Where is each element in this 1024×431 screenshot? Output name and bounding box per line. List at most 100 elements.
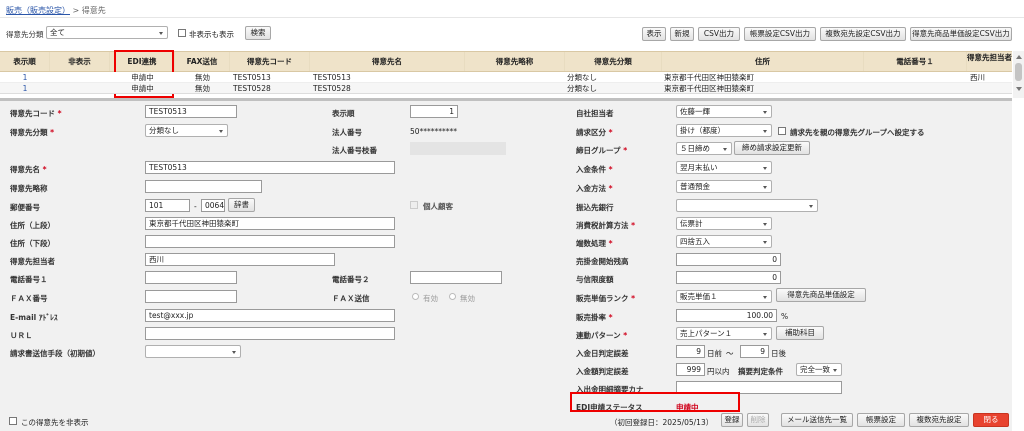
summary-label: 摘要判定条件 — [738, 367, 783, 376]
order-input[interactable]: 1 — [410, 105, 458, 118]
multi-destination-button[interactable]: 複数宛先設定 — [909, 413, 969, 427]
col-fax[interactable]: FAX送信 — [175, 52, 230, 71]
addr1-input[interactable]: 東京都千代田区神田猿楽町 — [145, 217, 395, 230]
addr2-label: 住所（下段） — [10, 239, 55, 248]
url-input[interactable] — [145, 327, 395, 340]
cell-order: 1 — [22, 73, 28, 82]
credit-limit-label: 与信限度額 — [576, 275, 614, 284]
individual-label: 個人顧客 — [423, 202, 453, 211]
paymethod-select[interactable]: 普通預金 — [676, 180, 772, 193]
tax-select[interactable]: 伝票計 — [676, 217, 772, 230]
show-hidden-checkbox[interactable] — [178, 29, 186, 37]
payamt-unit: 円以内 — [707, 367, 730, 376]
col-code[interactable]: 得意先コード — [230, 52, 310, 71]
customer-price-button[interactable]: 得意先商品単価設定 — [776, 288, 866, 302]
report-settings-csv-button[interactable]: 帳票設定CSV出力 — [744, 27, 816, 41]
parent-billing-checkbox[interactable] — [778, 127, 786, 135]
pattern-select[interactable]: 売上パターン１ — [676, 327, 772, 340]
rate-unit: % — [781, 312, 789, 321]
cell-name: TEST0513 — [313, 73, 351, 82]
code-input[interactable]: TEST0513 — [145, 105, 237, 118]
credit-limit-input[interactable]: 0 — [676, 271, 781, 284]
cell-edi: 申請中 — [131, 73, 154, 82]
payday-after-unit: 日後 — [771, 349, 786, 358]
search-button[interactable]: 検索 — [245, 26, 271, 40]
breadcrumb-parent-link[interactable]: 販売（販売設定） — [6, 6, 70, 15]
closing-update-button[interactable]: 締め請求設定更新 — [734, 141, 810, 155]
table-row[interactable]: 1 申請中 無効 TEST0528 TEST0528 分類なし 東京都千代田区神… — [0, 83, 1012, 94]
fax-input[interactable] — [145, 290, 237, 303]
col-staff[interactable]: 得意先担当者 — [967, 52, 1012, 71]
payday-after-input[interactable]: 9 — [740, 345, 769, 358]
category-select[interactable]: 分類なし — [145, 124, 228, 137]
payday-tilde: ～ — [726, 349, 734, 358]
multi-destination-csv-button[interactable]: 複数宛先設定CSV出力 — [820, 27, 906, 41]
staff-label: 自社担当者 — [576, 109, 614, 118]
report-settings-button[interactable]: 帳票設定 — [857, 413, 905, 427]
person-input[interactable]: 西川 — [145, 253, 335, 266]
summary-select[interactable]: 完全一致 — [796, 363, 842, 376]
fax-off-radio[interactable] — [449, 293, 456, 300]
individual-checkbox[interactable] — [410, 201, 418, 209]
closing-label: 締日グループ * — [576, 146, 628, 155]
zip2-input[interactable]: 0064 — [201, 199, 225, 212]
tel1-input[interactable] — [145, 271, 237, 284]
delete-button[interactable]: 削除 — [747, 413, 769, 427]
col-hidden[interactable]: 非表示 — [50, 52, 110, 71]
zip1-input[interactable]: 101 — [145, 199, 190, 212]
close-button[interactable]: 閉る — [973, 413, 1009, 427]
rank-select[interactable]: 販売単価１ — [676, 290, 772, 303]
csv-export-button[interactable]: CSV出力 — [698, 27, 740, 41]
dictionary-button[interactable]: 辞書 — [228, 198, 255, 212]
panel-splitter[interactable] — [0, 98, 1012, 101]
col-tel[interactable]: 電話番号１ — [864, 52, 967, 71]
scroll-up-icon[interactable] — [1016, 55, 1022, 59]
edi-status-highlight — [570, 392, 740, 412]
display-button[interactable]: 表示 — [642, 27, 666, 41]
scroll-down-icon[interactable] — [1016, 87, 1022, 91]
hide-customer-checkbox[interactable] — [9, 417, 17, 425]
bank-select[interactable] — [676, 199, 818, 212]
sub-account-button[interactable]: 補助科目 — [776, 326, 824, 340]
opening-balance-input[interactable]: 0 — [676, 253, 781, 266]
email-input[interactable]: test@xxx.jp — [145, 309, 395, 322]
addr2-input[interactable] — [145, 235, 395, 248]
grid-scrollbar[interactable] — [1013, 51, 1024, 98]
closing-select[interactable]: ５日締め — [676, 142, 732, 155]
col-display-order[interactable]: 表示順 — [0, 52, 50, 71]
cell-category: 分類なし — [567, 73, 597, 82]
scroll-thumb[interactable] — [1015, 63, 1022, 81]
cell-edi: 申請中 — [131, 84, 154, 93]
table-row[interactable]: 1 申請中 無効 TEST0513 TEST0513 分類なし 東京都千代田区神… — [0, 72, 1012, 83]
register-button[interactable]: 登録 — [721, 413, 743, 427]
name-input[interactable]: TEST0513 — [145, 161, 395, 174]
payday-before-input[interactable]: 9 — [676, 345, 705, 358]
person-label: 得意先担当者 — [10, 257, 55, 266]
zip-dash: - — [194, 202, 197, 211]
col-category[interactable]: 得意先分類 — [565, 52, 662, 71]
tel2-input[interactable] — [410, 271, 502, 284]
col-name[interactable]: 得意先名 — [310, 52, 465, 71]
send-method-select[interactable] — [145, 345, 241, 358]
fax-label: ＦＡＸ番号 — [10, 294, 48, 303]
round-select[interactable]: 四捨五入 — [676, 235, 772, 248]
staff-select[interactable]: 佐藤一輝 — [676, 105, 772, 118]
col-abbr[interactable]: 得意先略称 — [465, 52, 565, 71]
abbr-input[interactable] — [145, 180, 262, 193]
bank-label: 振込先銀行 — [576, 203, 614, 212]
category-filter-select[interactable]: 全て — [46, 26, 168, 39]
payterm-select[interactable]: 翌月末払い — [676, 161, 772, 174]
mail-destination-list-button[interactable]: メール送信先一覧 — [781, 413, 853, 427]
tax-label: 消費税計算方法 * — [576, 221, 636, 230]
customer-price-csv-button[interactable]: 得意先商品単価設定CSV出力 — [910, 27, 1012, 41]
payamt-input[interactable]: 999 — [676, 363, 705, 376]
col-address[interactable]: 住所 — [662, 52, 864, 71]
rate-input[interactable]: 100.00 — [676, 309, 777, 322]
corp-branch-field — [410, 142, 506, 155]
category-filter-label: 得意先分類 — [6, 30, 44, 39]
abbr-label: 得意先略称 — [10, 184, 48, 193]
new-button[interactable]: 新規 — [670, 27, 694, 41]
parent-billing-label: 請求先を親の得意先グループへ設定する — [790, 128, 925, 137]
billing-select[interactable]: 掛け（都度） — [676, 124, 772, 137]
fax-on-radio[interactable] — [412, 293, 419, 300]
